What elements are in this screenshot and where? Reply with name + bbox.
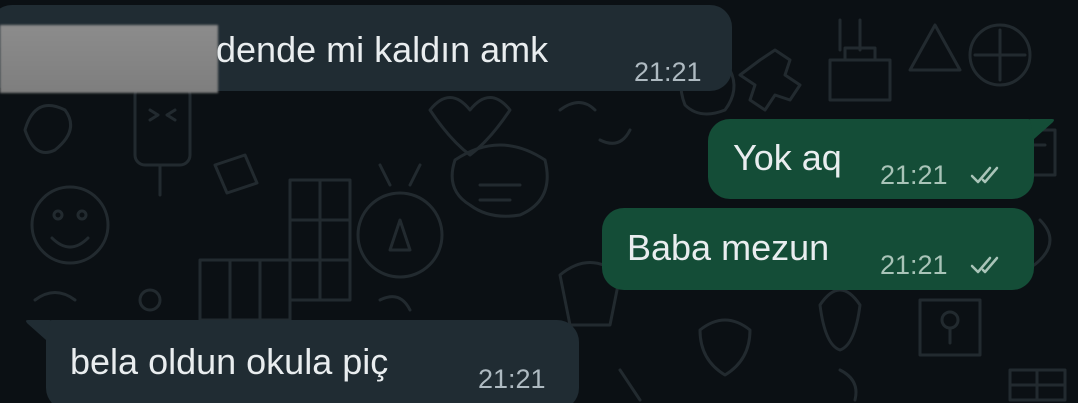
outgoing-message-bubble[interactable]: Yok aq 21:21 xyxy=(708,119,1034,199)
message-timestamp: 21:21 xyxy=(880,250,948,280)
chat-background: dende mi kaldın amk 21:21 Yok aq 21:21 B… xyxy=(0,0,1078,403)
incoming-message-bubble[interactable]: dende mi kaldın amk 21:21 xyxy=(0,5,732,93)
message-timestamp: 21:21 xyxy=(880,160,948,190)
message-text: Yok aq xyxy=(733,137,842,178)
redaction-blur xyxy=(0,25,218,93)
incoming-message-bubble[interactable]: bela oldun okula piç 21:21 xyxy=(46,320,579,403)
message-text: dende mi kaldın amk xyxy=(216,29,549,70)
message-timestamp: 21:21 xyxy=(634,57,702,87)
outgoing-bubble-tail xyxy=(1030,119,1054,139)
incoming-bubble-tail xyxy=(26,320,50,340)
message-text: Baba mezun xyxy=(627,227,830,268)
double-check-read-icon xyxy=(970,166,999,184)
double-check-read-icon xyxy=(970,256,999,274)
outgoing-message-bubble[interactable]: Baba mezun 21:21 xyxy=(602,208,1034,290)
message-text: bela oldun okula piç xyxy=(70,341,389,382)
message-timestamp: 21:21 xyxy=(478,364,546,394)
